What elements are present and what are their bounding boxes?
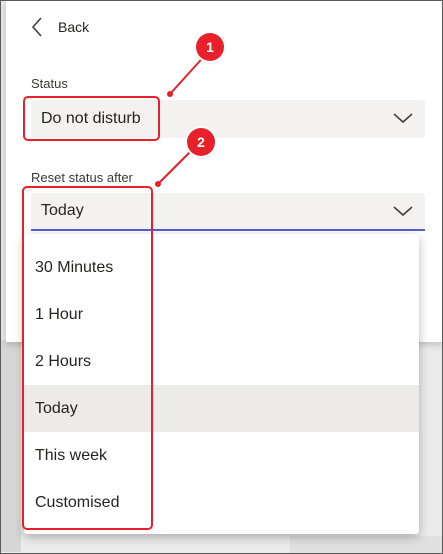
- annotation-badge-1: 1: [196, 33, 224, 61]
- reset-status-value: Today: [41, 202, 84, 219]
- status-value: Do not disturb: [41, 110, 141, 127]
- background-panel-edge-bottom: [290, 536, 442, 553]
- option-today[interactable]: Today: [24, 385, 419, 432]
- chevron-down-icon: [393, 206, 413, 217]
- reset-status-field-label: Reset status after: [31, 170, 133, 185]
- reset-status-options-list: 30 Minutes 1 Hour 2 Hours Today This wee…: [24, 234, 419, 534]
- chevron-down-icon: [393, 113, 413, 124]
- status-field-label: Status: [31, 76, 68, 91]
- option-customised[interactable]: Customised: [24, 479, 419, 526]
- back-label: Back: [58, 19, 90, 35]
- option-this-week[interactable]: This week: [24, 432, 419, 479]
- option-2-hours[interactable]: 2 Hours: [24, 338, 419, 385]
- back-button[interactable]: Back: [30, 14, 89, 40]
- annotation-badge-2: 2: [187, 128, 215, 156]
- reset-status-dropdown[interactable]: Today: [31, 193, 425, 231]
- option-1-hour[interactable]: 1 Hour: [24, 291, 419, 338]
- chevron-left-icon: [31, 17, 42, 37]
- status-dropdown[interactable]: Do not disturb: [31, 100, 425, 138]
- background-panel-edge: [1, 340, 21, 552]
- option-30-minutes[interactable]: 30 Minutes: [24, 244, 419, 291]
